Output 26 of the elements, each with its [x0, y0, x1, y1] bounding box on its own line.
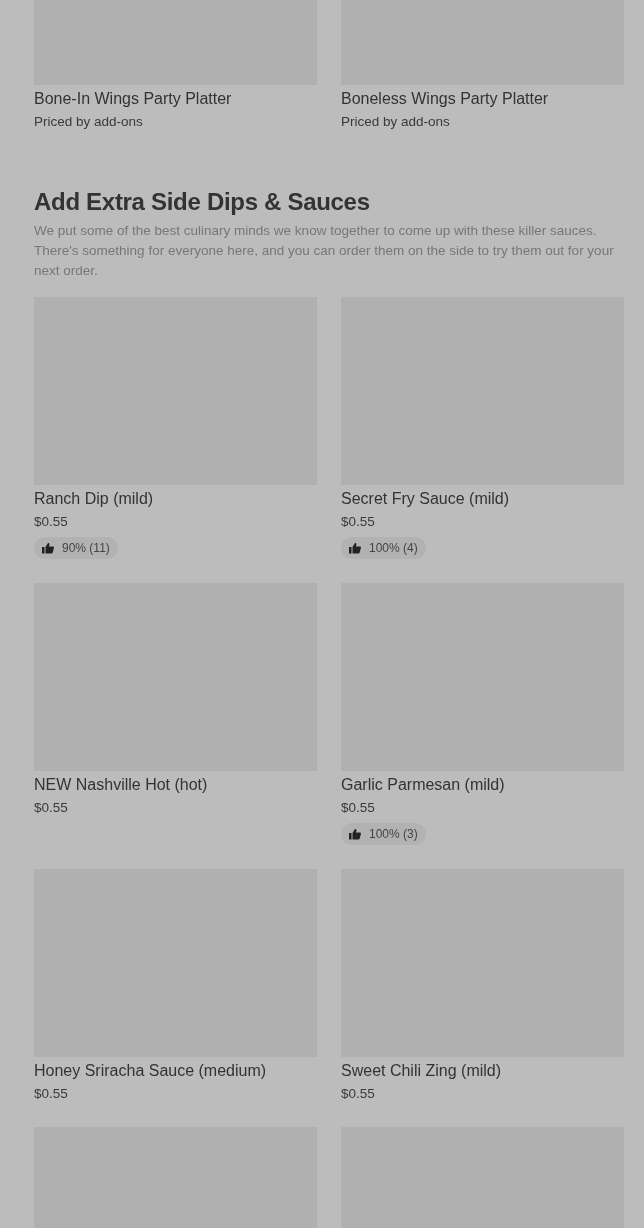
item-price: $0.55	[341, 799, 375, 817]
item-price: $0.55	[341, 513, 375, 531]
item-name[interactable]: Ranch Dip (mild)	[34, 489, 154, 509]
item-name: Boneless Wings Party Platter	[341, 89, 549, 109]
item-price: $0.55	[34, 799, 68, 817]
rating-text: 100% (3)	[369, 827, 418, 841]
item-name[interactable]: NEW Nashville Hot (hot)	[34, 775, 208, 795]
item-name[interactable]: Garlic Parmesan (mild)	[341, 775, 505, 795]
item-price: $0.55	[34, 513, 68, 531]
item-subtitle: Priced by add-ons	[34, 113, 143, 131]
item-price: $0.55	[341, 1085, 375, 1103]
thumbs-up-icon	[349, 828, 361, 840]
section-title: Add Extra Side Dips & Sauces	[34, 187, 371, 217]
item-subtitle: Priced by add-ons	[341, 113, 450, 131]
thumbs-up-icon	[42, 542, 54, 554]
section-description: We put some of the best culinary minds we know together to come up with these killer sauces. There's something for everyone here, and you can order them on the side to try them out for your next order.	[34, 222, 615, 280]
item-name: Bone-In Wings Party Platter	[34, 89, 232, 109]
rating-text: 90% (11)	[62, 541, 110, 555]
menu-item[interactable]: Boneless Wings Party Platter Priced by add-ons	[341, 0, 624, 131]
item-name[interactable]: Sweet Chili Zing (mild)	[341, 1061, 502, 1081]
thumbs-up-icon	[349, 542, 361, 554]
item-name[interactable]: Honey Sriracha Sauce (medium)	[34, 1061, 267, 1081]
rating-text: 100% (4)	[369, 541, 418, 555]
menu-item[interactable]: Bone-In Wings Party Platter Priced by add-ons	[34, 0, 317, 131]
item-price: $0.55	[34, 1085, 68, 1103]
item-name[interactable]: Secret Fry Sauce (mild)	[341, 489, 510, 509]
